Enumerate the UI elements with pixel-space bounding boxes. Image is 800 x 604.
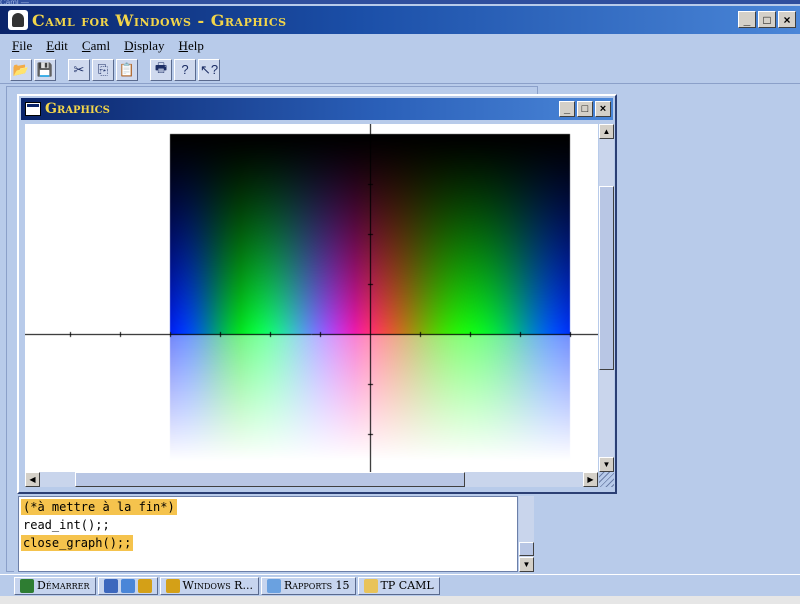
minimize-button[interactable]: _ (738, 11, 756, 28)
task-label: TP CAML (380, 579, 434, 592)
maximize-button[interactable]: □ (758, 11, 776, 28)
mail-icon[interactable] (137, 578, 152, 593)
word-icon (165, 578, 180, 593)
task-windows[interactable]: Windows R... (159, 576, 259, 595)
editor-vertical-scrollbar[interactable]: ▼ (519, 496, 534, 572)
graphics-title: Graphics (45, 101, 110, 117)
graphics-minimize-button[interactable]: _ (559, 101, 575, 117)
close-button[interactable]: × (778, 11, 796, 28)
code-editor[interactable]: (*à mettre à la fin*) read_int();; close… (18, 496, 518, 572)
task-label: Rapports 15 (283, 579, 350, 592)
help-icon[interactable]: ? (174, 58, 196, 81)
open-folder-icon[interactable]: 📂 (10, 58, 32, 81)
menubar: File Edit Caml Display Help (0, 36, 800, 56)
copy-icon[interactable]: ⎘ (92, 58, 114, 81)
editor-window: (*à mettre à la fin*) read_int();; close… (14, 494, 538, 574)
save-icon[interactable]: 💾 (34, 58, 56, 81)
toolbar: 📂 💾 ✂ ⎘ 📋 🖶 ? ↖? (0, 56, 800, 84)
graphics-canvas[interactable] (25, 124, 598, 472)
start-button[interactable]: Démarrer (14, 576, 96, 595)
window-title: Caml for Windows - Graphics (32, 10, 287, 30)
start-label: Démarrer (37, 579, 90, 592)
code-line[interactable]: read_int();; (21, 517, 112, 533)
color-plot (25, 124, 598, 472)
cut-icon[interactable]: ✂ (68, 58, 90, 81)
quick-launch[interactable] (97, 576, 158, 595)
graphics-window: Graphics _ □ × ▲ ▼ ◀ ▶ (17, 94, 617, 494)
scroll-down-arrow-icon[interactable]: ▼ (519, 557, 534, 572)
code-line[interactable]: (*à mettre à la fin*) (21, 499, 177, 515)
menu-caml[interactable]: Caml (82, 38, 110, 54)
menu-file[interactable]: File (12, 38, 32, 54)
code-line[interactable]: close_graph();; (21, 535, 134, 551)
taskbar: Démarrer Windows R... Rapports 15 TP CAM… (0, 574, 800, 596)
scroll-down-arrow-icon[interactable]: ▼ (599, 457, 614, 472)
task-label: Windows R... (182, 579, 253, 592)
paste-icon[interactable]: 📋 (116, 58, 138, 81)
browser-icon[interactable] (120, 578, 135, 593)
scroll-left-arrow-icon[interactable]: ◀ (25, 472, 40, 487)
graphics-close-button[interactable]: × (595, 101, 611, 117)
menu-edit[interactable]: Edit (46, 38, 68, 54)
document-icon (266, 578, 281, 593)
graphics-vertical-scrollbar[interactable]: ▲ ▼ (599, 124, 614, 472)
task-rapports[interactable]: Rapports 15 (260, 576, 356, 595)
graphics-titlebar[interactable]: Graphics _ □ × (21, 98, 613, 120)
scroll-right-arrow-icon[interactable]: ▶ (583, 472, 598, 487)
menu-display[interactable]: Display (124, 38, 164, 54)
task-tp-caml[interactable]: TP CAML (357, 576, 440, 595)
graphics-maximize-button[interactable]: □ (577, 101, 593, 117)
print-icon[interactable]: 🖶 (150, 58, 172, 81)
window-icon[interactable] (25, 102, 41, 116)
camel-app-icon[interactable] (8, 10, 28, 30)
windows-logo-icon (20, 578, 34, 593)
desktop-icon[interactable] (103, 578, 118, 593)
context-help-icon[interactable]: ↖? (198, 58, 220, 81)
status-bar (0, 596, 800, 604)
graphics-horizontal-scrollbar[interactable]: ◀ ▶ (25, 472, 598, 487)
folder-icon (363, 578, 378, 593)
scroll-up-arrow-icon[interactable]: ▲ (599, 124, 614, 139)
resize-grip-icon[interactable] (599, 472, 614, 487)
vertical-scroll-thumb[interactable] (599, 186, 614, 370)
horizontal-scroll-thumb[interactable] (75, 472, 465, 487)
main-titlebar[interactable]: Caml for Windows - Graphics _ □ × (0, 6, 800, 34)
menu-help[interactable]: Help (179, 38, 204, 54)
editor-scroll-thumb[interactable] (519, 542, 534, 556)
